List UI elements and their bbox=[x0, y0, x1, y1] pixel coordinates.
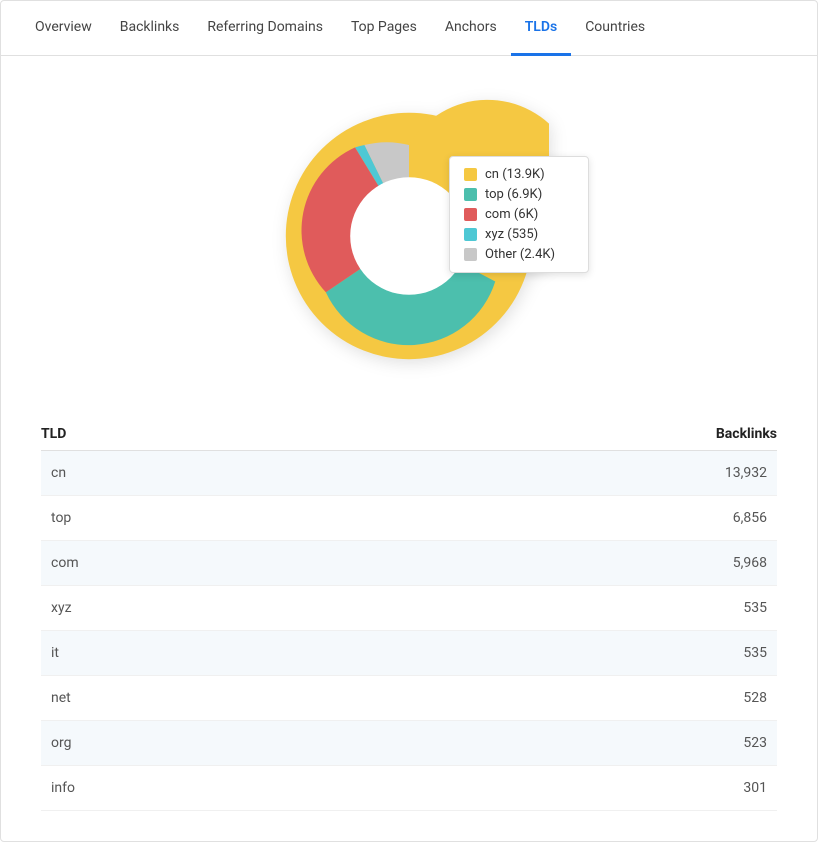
donut-chart: cn (13.9K)top (6.9K)com (6K)xyz (535)Oth… bbox=[269, 96, 549, 376]
tooltip-swatch bbox=[464, 168, 477, 181]
tooltip-label: xyz (535) bbox=[485, 227, 538, 242]
nav-item-backlinks[interactable]: Backlinks bbox=[106, 1, 194, 56]
main-container: OverviewBacklinksReferring DomainsTop Pa… bbox=[0, 0, 818, 842]
table-header: TLD Backlinks bbox=[41, 416, 777, 451]
tooltip-swatch bbox=[464, 248, 477, 261]
cell-tld: xyz bbox=[51, 600, 72, 616]
tooltip-label: com (6K) bbox=[485, 207, 538, 222]
cell-backlinks: 535 bbox=[743, 600, 767, 616]
cell-tld: cn bbox=[51, 465, 66, 481]
cell-backlinks: 6,856 bbox=[733, 510, 767, 526]
cell-backlinks: 13,932 bbox=[725, 465, 767, 481]
tooltip-label: cn (13.9K) bbox=[485, 167, 545, 182]
table-body: cn 13,932 top 6,856 com 5,968 xyz 535 it 535 net 52… bbox=[41, 451, 777, 811]
table-row[interactable]: net 528 bbox=[41, 676, 777, 721]
tooltip-row: cn (13.9K) bbox=[464, 167, 574, 182]
table-row[interactable]: xyz 535 bbox=[41, 586, 777, 631]
table-row[interactable]: com 5,968 bbox=[41, 541, 777, 586]
tooltip-swatch bbox=[464, 208, 477, 221]
chart-tooltip: cn (13.9K) top (6.9K) com (6K) xyz (535) Oth… bbox=[449, 156, 589, 273]
tooltip-label: top (6.9K) bbox=[485, 187, 542, 202]
cell-tld: it bbox=[51, 645, 59, 661]
table-row[interactable]: info 301 bbox=[41, 766, 777, 811]
table-row[interactable]: cn 13,932 bbox=[41, 451, 777, 496]
table-row[interactable]: it 535 bbox=[41, 631, 777, 676]
tooltip-row: top (6.9K) bbox=[464, 187, 574, 202]
tooltip-row: com (6K) bbox=[464, 207, 574, 222]
cell-tld: net bbox=[51, 690, 71, 706]
tooltip-row: xyz (535) bbox=[464, 227, 574, 242]
tooltip-row: Other (2.4K) bbox=[464, 247, 574, 262]
cell-backlinks: 528 bbox=[743, 690, 767, 706]
cell-tld: info bbox=[51, 780, 75, 796]
chart-area: cn (13.9K) top (6.9K) com (6K) xyz (535) Oth… bbox=[1, 56, 817, 406]
tooltip-swatch bbox=[464, 228, 477, 241]
tooltip-label: Other (2.4K) bbox=[485, 247, 555, 262]
tooltip-swatch bbox=[464, 188, 477, 201]
nav-item-top-pages[interactable]: Top Pages bbox=[337, 1, 431, 56]
col-backlinks-header: Backlinks bbox=[716, 426, 777, 442]
cell-backlinks: 301 bbox=[743, 780, 767, 796]
nav-item-countries[interactable]: Countries bbox=[571, 1, 659, 56]
table-row[interactable]: top 6,856 bbox=[41, 496, 777, 541]
cell-backlinks: 523 bbox=[743, 735, 767, 751]
cell-tld: top bbox=[51, 510, 71, 526]
table-row[interactable]: org 523 bbox=[41, 721, 777, 766]
col-tld-header: TLD bbox=[41, 426, 66, 442]
nav-item-anchors[interactable]: Anchors bbox=[431, 1, 511, 56]
nav-item-tlds[interactable]: TLDs bbox=[511, 1, 572, 56]
nav-item-referring-domains[interactable]: Referring Domains bbox=[193, 1, 337, 56]
cell-backlinks: 535 bbox=[743, 645, 767, 661]
cell-backlinks: 5,968 bbox=[733, 555, 767, 571]
nav-item-overview[interactable]: Overview bbox=[21, 1, 106, 56]
tld-table: TLD Backlinks cn 13,932 top 6,856 com 5,968 xy… bbox=[1, 406, 817, 841]
cell-tld: org bbox=[51, 735, 71, 751]
cell-tld: com bbox=[51, 555, 79, 571]
nav-bar: OverviewBacklinksReferring DomainsTop Pa… bbox=[1, 1, 817, 56]
